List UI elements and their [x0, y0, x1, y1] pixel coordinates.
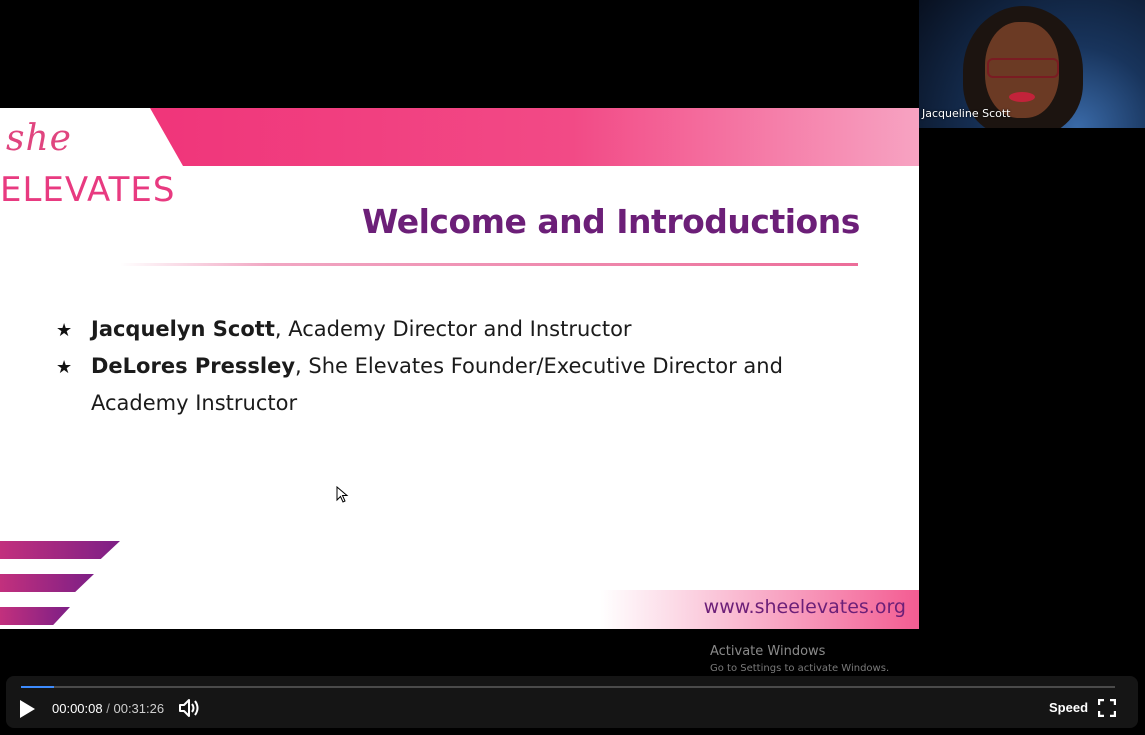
bullet-item: ★ DeLores Pressley, She Elevates Founder… [56, 348, 816, 422]
bullet-person-name: Jacquelyn Scott [91, 317, 275, 341]
decorative-stripe [0, 607, 70, 625]
decorative-stripe [0, 541, 120, 559]
activate-windows-title: Activate Windows [710, 644, 826, 659]
logo-script-text: she [6, 118, 72, 159]
star-icon: ★ [56, 357, 73, 378]
title-underline [120, 263, 858, 266]
she-elevates-logo: she ELEVATES [0, 116, 210, 216]
slide-header-band [150, 108, 919, 166]
player-controls-bar: 00:00:08 / 00:31:26 Speed [6, 676, 1138, 728]
star-icon: ★ [56, 320, 73, 341]
participant-name-label: Jacqueline Scott [922, 107, 1011, 120]
progress-fill [21, 686, 54, 688]
mouse-cursor-icon [336, 486, 349, 503]
time-separator: / [106, 701, 110, 716]
progress-bar[interactable] [21, 686, 1115, 688]
shared-slide: she ELEVATES Welcome and Introductions ★… [0, 108, 919, 629]
slide-footer-url: www.sheelevates.org [703, 596, 906, 618]
participant-lips [1009, 92, 1035, 102]
decorative-stripe [0, 574, 94, 592]
video-player-window: she ELEVATES Welcome and Introductions ★… [0, 0, 1145, 735]
logo-word-text: ELEVATES [0, 170, 176, 210]
volume-icon[interactable] [178, 698, 202, 718]
slide-title: Welcome and Introductions [362, 202, 860, 241]
bullet-person-role: , Academy Director and Instructor [274, 317, 632, 341]
participant-video-tile[interactable]: Jacqueline Scott [919, 0, 1145, 128]
bullet-list: ★ Jacquelyn Scott, Academy Director and … [56, 311, 816, 422]
play-icon[interactable] [18, 699, 36, 719]
current-time: 00:00:08 [52, 701, 103, 716]
activate-windows-subtitle: Go to Settings to activate Windows. [710, 663, 890, 674]
total-time: 00:31:26 [113, 701, 165, 716]
bullet-item: ★ Jacquelyn Scott, Academy Director and … [56, 311, 816, 348]
time-display: 00:00:08 / 00:31:26 [52, 701, 164, 716]
fullscreen-icon[interactable] [1098, 699, 1116, 717]
bullet-person-name: DeLores Pressley [91, 354, 296, 378]
participant-glasses [987, 58, 1059, 78]
speed-button[interactable]: Speed [1049, 700, 1088, 715]
